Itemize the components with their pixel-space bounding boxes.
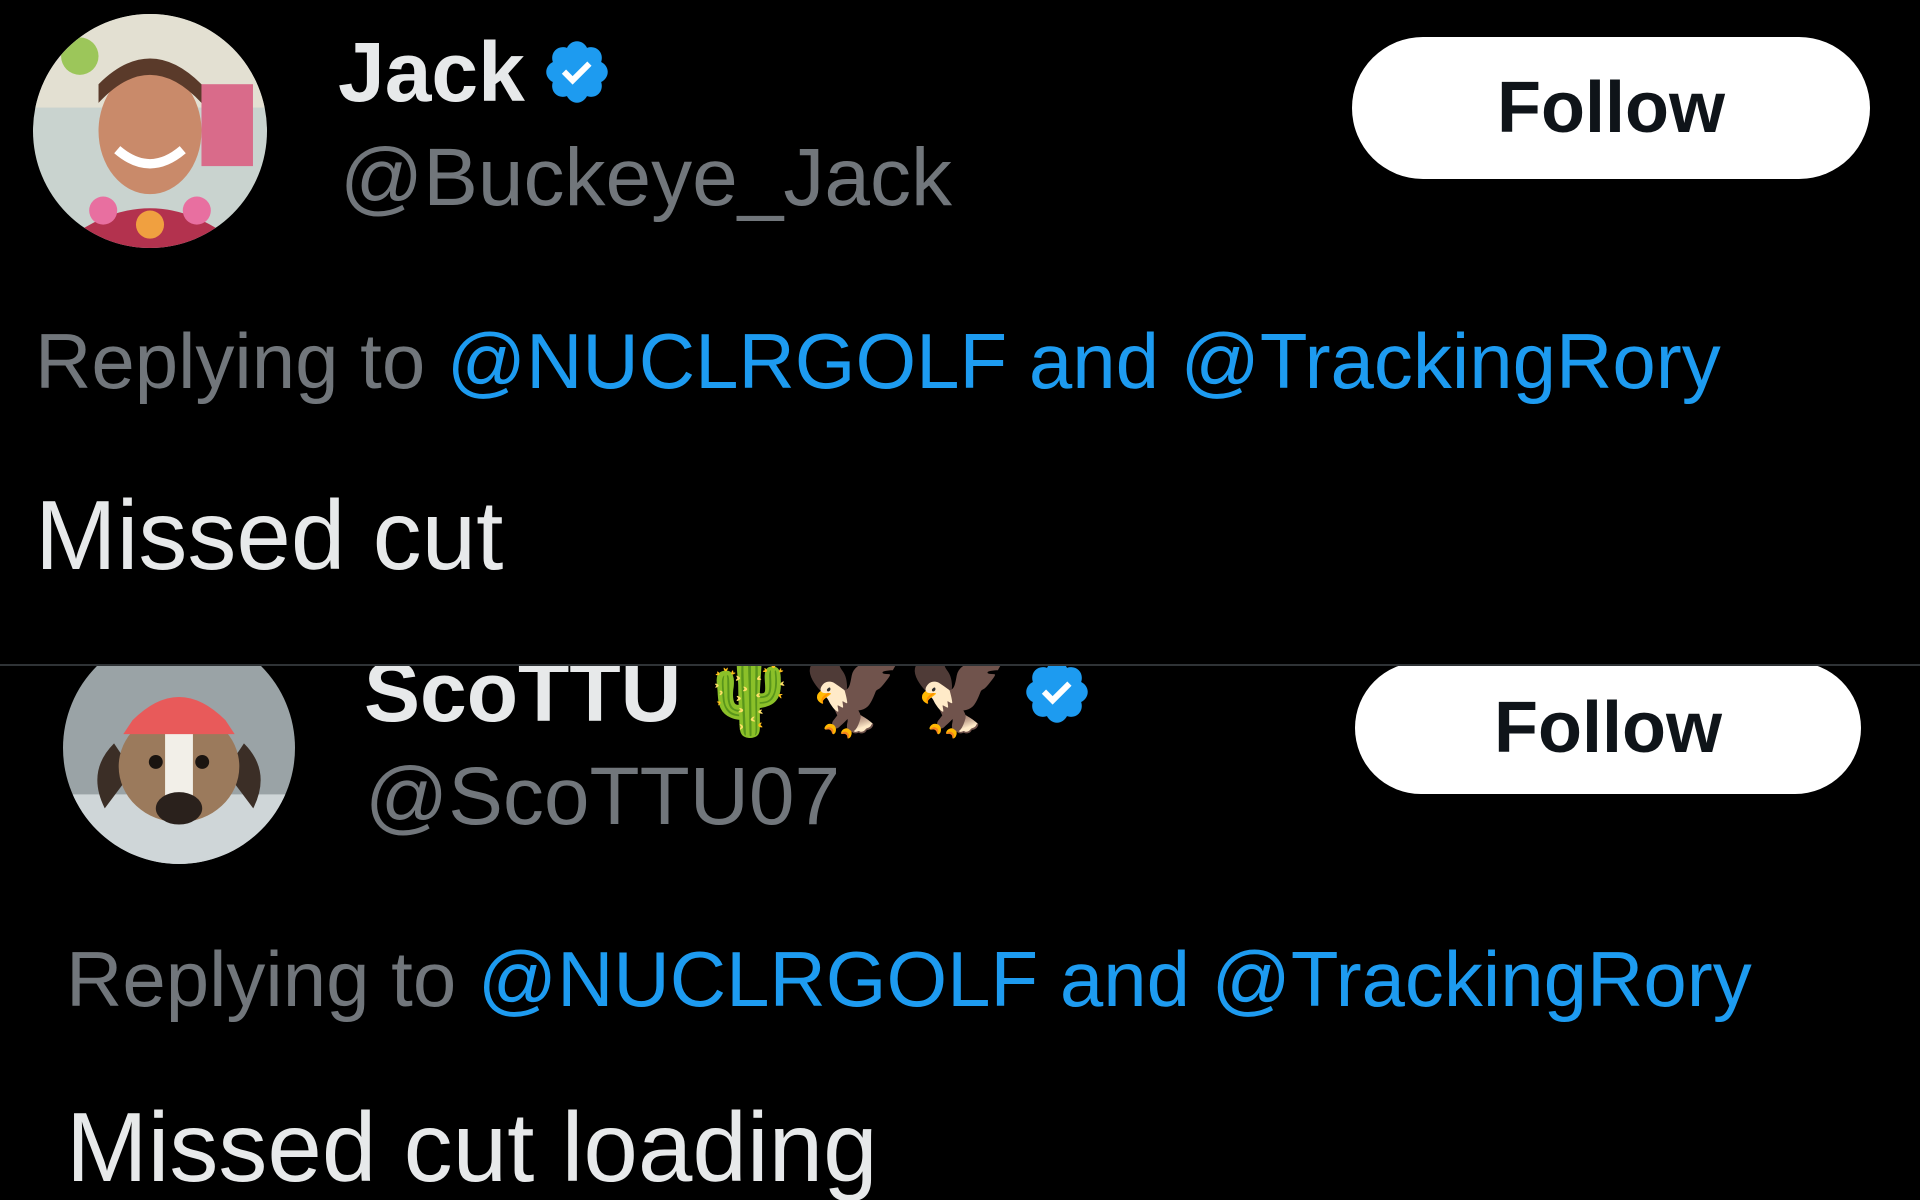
reply-tweet: Jack @Buckeye_Jack Follow Replying to @N… [0,0,1920,665]
mention-link[interactable]: @NUCLRGOLF [447,317,1007,405]
follow-button[interactable]: Follow [1352,37,1870,179]
user-avatar-photo-icon [33,14,267,248]
user-handle[interactable]: @Buckeye_Jack [340,137,952,219]
user-handle[interactable]: @ScoTTU07 [365,756,840,838]
display-name[interactable]: ScoTTU 🌵🦅🦅 [364,666,1093,734]
verified-badge-icon [1021,666,1093,728]
tweet-text: Missed cut [35,480,504,590]
replying-to-line: Replying to @NUCLRGOLF and @TrackingRory [35,322,1721,400]
replying-to-label: Replying to [35,317,426,405]
replying-to-line: Replying to @NUCLRGOLF and @TrackingRory [66,940,1752,1018]
user-avatar[interactable] [63,666,295,864]
display-name-text: Jack [338,25,525,119]
display-name-text: ScoTTU [364,666,682,739]
mention-link[interactable]: @TrackingRory [1181,317,1721,405]
replying-to-label: Replying to [66,935,457,1023]
name-emojis: 🌵🦅🦅 [697,666,1012,741]
replying-and-text: and [1059,935,1190,1023]
mention-link[interactable]: @TrackingRory [1212,935,1752,1023]
follow-button[interactable]: Follow [1355,666,1861,794]
display-name[interactable]: Jack [338,30,613,114]
dog-avatar-photo-icon [63,666,295,864]
verified-badge-icon [541,36,613,108]
replying-and-text: and [1028,317,1159,405]
user-avatar[interactable] [33,14,267,248]
reply-tweet: ScoTTU 🌵🦅🦅 @ScoTTU07 Follow Replying to … [0,666,1920,1200]
tweet-text: Missed cut loading [66,1092,878,1200]
mention-link[interactable]: @NUCLRGOLF [478,935,1038,1023]
